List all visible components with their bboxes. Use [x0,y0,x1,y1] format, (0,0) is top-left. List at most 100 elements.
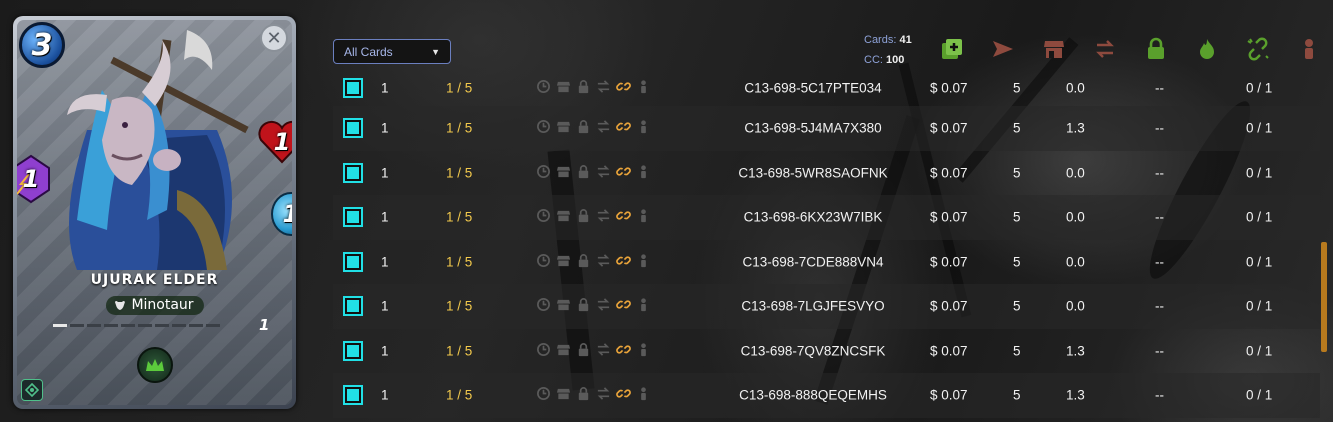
delegate-icon[interactable] [636,79,651,97]
delegate-icon[interactable] [636,164,651,182]
row-card-uid[interactable]: C13-698-7CDE888VN4 [713,254,913,269]
row-card-uid[interactable]: C13-698-5WR8SAOFNK [713,165,913,180]
market-icon[interactable] [556,253,571,271]
table-row[interactable]: 11 / 5 C13-698-5J4MA7X380 $ 0.07 5 1.3 -- 0 / … [333,106,1320,151]
table-row[interactable]: 11 / 5 C13-698-5C17PTE034 $ 0.07 5 0.0 -- 0 / … [333,76,1320,106]
row-status-icons [536,253,651,271]
table-row[interactable]: 11 / 5 C13-698-5WR8SAOFNK $ 0.07 5 0.0 -- 0 / … [333,151,1320,196]
row-dash: -- [1155,387,1164,403]
lock-icon[interactable] [576,79,591,97]
lock-icon[interactable] [576,297,591,315]
clock-icon[interactable] [536,342,551,360]
lock-icon[interactable] [576,164,591,182]
transfer-icon[interactable] [596,208,611,226]
row-card-uid[interactable]: C13-698-7QV8ZNCSFK [713,343,913,358]
row-burn: 0 / 1 [1246,387,1273,403]
ability-icon[interactable] [137,347,173,383]
row-cp: 5 [1013,209,1021,225]
transfer-icon[interactable] [596,253,611,271]
scrollbar-thumb[interactable] [1321,242,1327,352]
link-icon[interactable] [616,119,631,137]
row-level: 1 / 5 [446,120,473,136]
row-checkbox[interactable] [343,251,363,272]
market-button[interactable] [1028,24,1079,74]
link-icon[interactable] [616,79,631,97]
xp-segment [53,324,67,327]
row-checkbox[interactable] [343,118,363,139]
link-icon[interactable] [616,253,631,271]
row-dec: 1.3 [1066,387,1085,403]
delegate-icon[interactable] [636,253,651,271]
market-icon[interactable] [556,79,571,97]
row-burn: 0 / 1 [1246,254,1273,270]
clock-icon[interactable] [536,253,551,271]
row-checkbox[interactable] [343,162,363,183]
row-checkbox[interactable] [343,296,363,317]
market-icon[interactable] [556,342,571,360]
row-checkbox[interactable] [343,340,363,361]
row-card-uid[interactable]: C13-698-6KX23W7IBK [713,210,913,225]
row-card-uid[interactable]: C13-698-888QEQEMHS [713,388,913,403]
clock-icon[interactable] [536,79,551,97]
unlink-button[interactable] [1232,24,1283,74]
clock-icon[interactable] [536,386,551,404]
market-icon[interactable] [556,164,571,182]
table-row[interactable]: 11 / 5 C13-698-888QEQEMHS $ 0.07 5 1.3 -- 0 / … [333,373,1320,418]
row-checkbox[interactable] [343,207,363,228]
lock-icon[interactable] [576,253,591,271]
table-row[interactable]: 11 / 5 C13-698-7QV8ZNCSFK $ 0.07 5 1.3 -- 0 / … [333,329,1320,374]
lock-icon[interactable] [576,119,591,137]
link-icon[interactable] [616,342,631,360]
mana-cost: 3 [19,22,65,68]
table-row[interactable]: 11 / 5 C13-698-7CDE888VN4 $ 0.07 5 0.0 -- 0 / … [333,240,1320,285]
table-row[interactable]: 11 / 5 C13-698-7LGJFESVYO $ 0.07 5 0.0 -- 0 / … [333,284,1320,329]
transfer-button[interactable] [1079,24,1130,74]
link-icon[interactable] [616,208,631,226]
card-name: UJURAK ELDER [90,272,219,288]
row-burn: 0 / 1 [1246,209,1273,225]
delegate-button[interactable] [1283,24,1333,74]
xp-segment [189,324,203,327]
delegate-icon[interactable] [636,208,651,226]
delegate-icon[interactable] [636,297,651,315]
transfer-icon[interactable] [596,119,611,137]
link-icon[interactable] [616,164,631,182]
row-card-uid[interactable]: C13-698-7LGJFESVYO [713,299,913,314]
lock-icon[interactable] [576,386,591,404]
link-icon[interactable] [616,297,631,315]
transfer-icon[interactable] [596,164,611,182]
row-checkbox[interactable] [343,385,363,406]
close-button[interactable]: ✕ [260,24,288,52]
table-row[interactable]: 11 / 5 C13-698-6KX23W7IBK $ 0.07 5 0.0 -- 0 / … [333,195,1320,240]
row-dash: -- [1155,80,1164,96]
link-icon[interactable] [616,386,631,404]
transfer-icon[interactable] [596,297,611,315]
delegate-icon[interactable] [636,342,651,360]
delegate-icon[interactable] [636,386,651,404]
market-icon[interactable] [556,386,571,404]
row-card-uid[interactable]: C13-698-5J4MA7X380 [713,121,913,136]
market-icon[interactable] [556,297,571,315]
clock-icon[interactable] [536,164,551,182]
transfer-icon[interactable] [596,386,611,404]
row-burn: 0 / 1 [1246,80,1273,96]
lock-button[interactable] [1130,24,1181,74]
delegate-icon[interactable] [636,119,651,137]
lock-icon[interactable] [576,342,591,360]
lock-icon[interactable] [576,208,591,226]
clock-icon[interactable] [536,297,551,315]
clock-icon[interactable] [536,119,551,137]
market-icon[interactable] [556,208,571,226]
market-icon[interactable] [556,119,571,137]
send-button[interactable] [977,24,1028,74]
row-level-current: 1 [446,80,454,96]
clock-icon[interactable] [536,208,551,226]
row-level-current: 1 [446,343,454,359]
transfer-icon[interactable] [596,79,611,97]
add-to-deck-button[interactable] [926,24,977,74]
card-filter-select[interactable]: All Cards ▼ [333,39,451,64]
row-checkbox[interactable] [343,78,363,98]
row-card-uid[interactable]: C13-698-5C17PTE034 [713,81,913,96]
transfer-icon[interactable] [596,342,611,360]
burn-button[interactable] [1181,24,1232,74]
